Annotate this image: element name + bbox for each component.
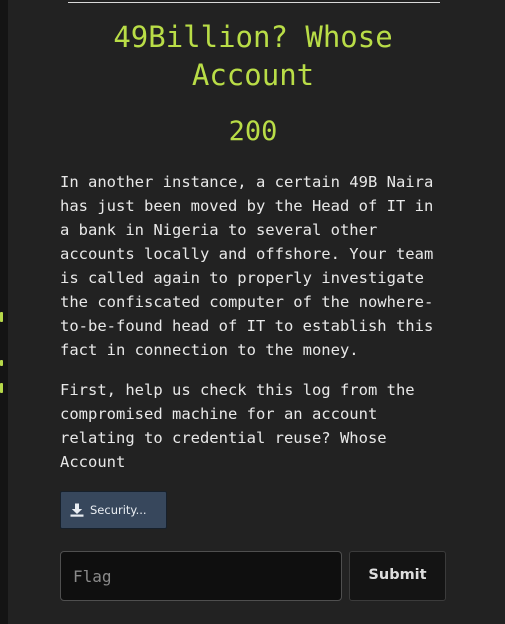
challenge-question: First, help us check this log from the c… <box>60 378 452 474</box>
download-file-button[interactable]: Security... <box>60 491 167 529</box>
challenge-title: 49Billion? Whose Account <box>113 20 393 92</box>
description-line: is called again to properly investigate <box>60 269 424 287</box>
download-icon <box>70 503 84 517</box>
submit-button[interactable]: Submit <box>349 551 446 601</box>
page-backdrop <box>0 0 8 624</box>
challenge-points: 200 <box>228 116 278 147</box>
background-fragment <box>0 360 3 366</box>
description-line: a bank in Nigeria to several other <box>60 221 378 239</box>
description-line: In another instance, a certain 49B Naira <box>60 173 434 191</box>
challenge-modal: 49Billion? Whose Account 200 In another … <box>8 0 505 624</box>
flag-input[interactable] <box>60 551 342 601</box>
modal-divider <box>68 2 440 3</box>
question-line: compromised machine for an account <box>60 405 378 423</box>
challenge-description: In another instance, a certain 49B Naira… <box>60 170 452 362</box>
background-fragment <box>0 383 3 393</box>
background-fragment <box>0 312 3 322</box>
question-line: Account <box>60 453 126 471</box>
question-line: First, help us check this log from the <box>60 381 415 399</box>
file-name-label: Security... <box>90 503 147 517</box>
description-line: has just been moved by the Head of IT in <box>60 197 434 215</box>
description-line: accounts locally and offshore. Your team <box>60 245 434 263</box>
description-line: fact in connection to the money. <box>60 341 359 359</box>
question-line: relating to credential reuse? Whose <box>60 429 387 447</box>
description-line: the confiscated computer of the nowhere- <box>60 293 434 311</box>
description-line: to-be-found head of IT to establish this <box>60 317 434 335</box>
